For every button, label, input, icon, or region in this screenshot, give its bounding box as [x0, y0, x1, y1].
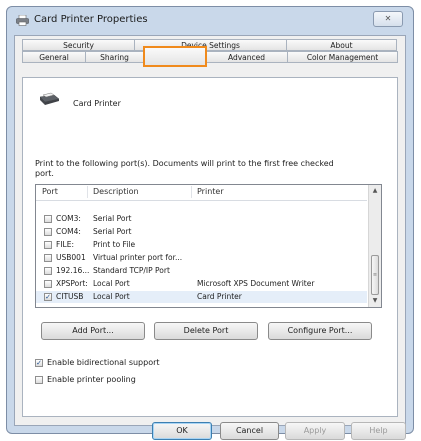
column-header-port[interactable]: Port — [42, 187, 58, 196]
port-description: Standard TCP/IP Port — [93, 266, 170, 275]
column-header-description[interactable]: Description — [93, 187, 139, 196]
port-name: FILE: — [56, 240, 74, 249]
bidirectional-support-option[interactable]: ✓ Enable bidirectional support — [35, 358, 235, 370]
tab-label: Advanced — [227, 53, 266, 62]
pooling-checkbox[interactable] — [35, 376, 43, 384]
port-checkbox[interactable] — [44, 267, 52, 275]
tab-label: Ports — [165, 50, 185, 59]
column-divider[interactable] — [191, 186, 192, 198]
scrollbar-thumb[interactable]: ≡ — [371, 255, 379, 295]
tab-ports[interactable]: Ports — [145, 48, 205, 63]
close-icon: ✕ — [384, 14, 392, 23]
port-name: USB001 — [56, 253, 86, 262]
port-row-file[interactable]: FILE: Print to File — [36, 239, 367, 251]
tab-label: Security — [63, 41, 94, 50]
cancel-button[interactable]: Cancel — [220, 422, 279, 440]
port-row-tcpip[interactable]: 192.16... Standard TCP/IP Port — [36, 265, 367, 277]
bidirectional-checkbox[interactable]: ✓ — [35, 359, 43, 367]
tab-general[interactable]: General — [22, 51, 86, 63]
close-button[interactable]: ✕ — [373, 11, 403, 27]
port-checkbox[interactable] — [44, 228, 52, 236]
port-checkbox[interactable] — [44, 254, 52, 262]
tab-advanced[interactable]: Advanced — [205, 51, 288, 63]
printer-name: Card Printer — [73, 99, 121, 108]
apply-button[interactable]: Apply — [285, 422, 345, 440]
port-row-com3[interactable]: COM3: Serial Port — [36, 213, 367, 225]
column-header-printer[interactable]: Printer — [197, 187, 224, 196]
printer-icon — [39, 92, 60, 105]
tab-about[interactable]: About — [286, 39, 397, 51]
tab-label: Color Management — [306, 53, 379, 62]
port-description: Serial Port — [93, 214, 132, 223]
ok-button[interactable]: OK — [152, 422, 212, 440]
port-row-usb001[interactable]: USB001 Virtual printer port for... — [36, 252, 367, 264]
printer-icon — [16, 15, 29, 26]
list-header: Port Description Printer — [36, 185, 367, 201]
tab-label: Sharing — [100, 53, 129, 62]
scroll-down-arrow-icon[interactable]: ▼ — [369, 295, 381, 307]
port-checkbox[interactable]: ✓ — [44, 293, 52, 301]
dialog-client-area: Security Device Settings About General S… — [14, 35, 406, 440]
port-checkbox[interactable] — [44, 280, 52, 288]
help-button[interactable]: Help — [351, 422, 406, 440]
port-printer: Microsoft XPS Document Writer — [197, 279, 315, 288]
printer-pooling-option[interactable]: Enable printer pooling — [35, 375, 235, 387]
vertical-scrollbar[interactable]: ▲ ≡ ▼ — [368, 185, 381, 307]
port-description: Serial Port — [93, 227, 132, 236]
tab-color-management[interactable]: Color Management — [287, 51, 398, 63]
tab-sharing[interactable]: Sharing — [85, 51, 144, 63]
port-checkbox[interactable] — [44, 215, 52, 223]
delete-port-button[interactable]: Delete Port — [154, 322, 258, 340]
tab-security[interactable]: Security — [22, 39, 135, 51]
window-title: Card Printer Properties — [34, 14, 148, 25]
port-description: Local Port — [93, 279, 130, 288]
scroll-up-arrow-icon[interactable]: ▲ — [369, 185, 381, 197]
port-name: CITUSB — [56, 292, 84, 301]
add-port-button[interactable]: Add Port... — [41, 322, 145, 340]
pooling-label: Enable printer pooling — [47, 375, 136, 384]
port-description: Print to File — [93, 240, 136, 249]
port-name: 192.16... — [56, 266, 90, 275]
port-row-citusb[interactable]: ✓ CITUSB Local Port Card Printer — [36, 291, 367, 303]
port-name: COM3: — [56, 214, 81, 223]
column-divider[interactable] — [87, 186, 88, 198]
port-name: XPSPort: — [56, 279, 88, 288]
port-row-com4[interactable]: COM4: Serial Port — [36, 226, 367, 238]
ports-description: Print to the following port(s). Document… — [35, 159, 334, 178]
bidirectional-label: Enable bidirectional support — [47, 358, 160, 367]
port-description: Local Port — [93, 292, 130, 301]
properties-window: Card Printer Properties ✕ Security Devic… — [6, 6, 414, 440]
configure-port-button[interactable]: Configure Port... — [268, 322, 372, 340]
port-row-xpsport[interactable]: XPSPort: Local Port Microsoft XPS Docume… — [36, 278, 367, 290]
title-bar[interactable]: Card Printer Properties ✕ — [7, 7, 413, 35]
port-name: COM4: — [56, 227, 81, 236]
tab-label: General — [39, 53, 69, 62]
tab-label: About — [330, 41, 353, 50]
ports-list[interactable]: Port Description Printer COM3: Serial Po… — [35, 184, 382, 308]
port-description: Virtual printer port for... — [93, 253, 183, 262]
port-checkbox[interactable] — [44, 241, 52, 249]
port-printer: Card Printer — [197, 292, 242, 301]
ports-tab-panel: Card Printer Print to the following port… — [22, 77, 398, 417]
